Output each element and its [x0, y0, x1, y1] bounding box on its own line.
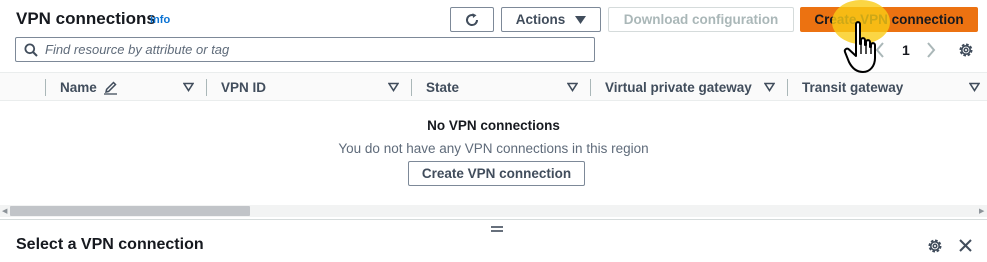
empty-state-message: You do not have any VPN connections in t… — [338, 141, 649, 156]
gear-icon[interactable] — [926, 237, 944, 255]
gear-icon[interactable] — [957, 41, 975, 59]
actions-dropdown[interactable]: Actions — [501, 7, 601, 32]
sort-icon[interactable] — [764, 82, 775, 92]
column-header-transit-gateway[interactable]: Transit gateway — [802, 73, 903, 102]
search-bar[interactable] — [15, 37, 595, 62]
scroll-right-icon[interactable]: ▶ — [979, 207, 984, 215]
sort-icon[interactable] — [183, 82, 194, 92]
empty-state-title: No VPN connections — [427, 118, 560, 133]
refresh-button[interactable] — [450, 7, 494, 32]
sort-icon[interactable] — [388, 82, 399, 92]
caret-down-icon — [575, 15, 587, 24]
column-divider — [787, 79, 788, 96]
column-divider — [411, 79, 412, 96]
page-title: VPN connections — [16, 9, 156, 28]
split-panel-title: Select a VPN connection — [16, 236, 204, 253]
current-page-number[interactable]: 1 — [902, 42, 910, 58]
refresh-icon — [466, 12, 479, 26]
column-label: Name — [60, 80, 97, 95]
sort-icon[interactable] — [567, 82, 578, 92]
column-header-state[interactable]: State — [426, 73, 459, 102]
split-panel-divider — [0, 219, 987, 220]
next-page-icon[interactable] — [925, 41, 937, 59]
scrollbar-thumb[interactable] — [10, 206, 250, 216]
info-link[interactable]: info — [150, 14, 170, 26]
actions-label: Actions — [515, 12, 566, 27]
scroll-left-icon[interactable]: ◀ — [2, 207, 7, 215]
sort-icon[interactable] — [969, 82, 980, 92]
table-header: Name VPN ID State Virtual private gatewa… — [0, 72, 987, 101]
column-divider — [45, 79, 46, 96]
column-header-vpn-id[interactable]: VPN ID — [221, 73, 266, 102]
hand-pointer-icon — [843, 21, 876, 73]
download-configuration-button[interactable]: Download configuration — [608, 7, 794, 32]
pencil-icon — [103, 81, 117, 95]
search-icon — [24, 43, 38, 57]
search-input[interactable] — [45, 42, 585, 57]
column-header-name[interactable]: Name — [60, 73, 118, 102]
close-icon[interactable] — [958, 238, 973, 253]
drag-handle-icon[interactable] — [490, 224, 504, 234]
empty-state-create-button[interactable]: Create VPN connection — [408, 161, 585, 186]
column-divider — [590, 79, 591, 96]
column-divider — [206, 79, 207, 96]
column-header-virtual-private-gateway[interactable]: Virtual private gateway — [605, 73, 752, 102]
